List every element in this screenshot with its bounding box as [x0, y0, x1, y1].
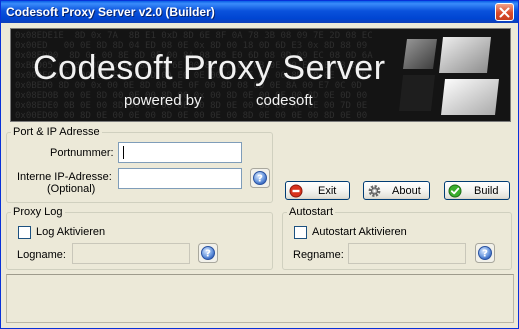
autostart-legend: Autostart	[287, 206, 336, 218]
log-activate-checkbox[interactable]	[18, 226, 31, 239]
codesoft-logo-icon	[399, 37, 499, 115]
proxy-log-legend: Proxy Log	[11, 206, 65, 218]
checkmark-icon	[448, 184, 462, 198]
close-icon	[499, 7, 510, 18]
build-label: Build	[474, 185, 499, 197]
svg-text:?: ?	[257, 174, 263, 185]
ip-label: Interne IP-Adresse:	[17, 171, 112, 183]
builder-window: Codesoft Proxy Server v2.0 (Builder) 0x0…	[0, 0, 519, 329]
gear-icon	[368, 185, 381, 197]
autostart-activate-label[interactable]: Autostart Aktivieren	[312, 226, 407, 238]
powered-by-text: powered by	[124, 92, 202, 109]
window-title: Codesoft Proxy Server v2.0 (Builder)	[6, 5, 215, 19]
close-button[interactable]	[495, 3, 514, 21]
proxy-log-group: Proxy Log Log Aktivieren Logname: ?	[6, 206, 273, 270]
regname-label: Regname:	[293, 249, 344, 261]
autostart-group: Autostart Autostart Aktivieren Regname: …	[282, 206, 512, 270]
logname-input[interactable]	[72, 243, 190, 264]
svg-text:?: ?	[482, 249, 488, 260]
port-label: Portnummer:	[50, 147, 114, 159]
svg-text:?: ?	[205, 249, 211, 260]
regname-help-icon[interactable]: ?	[475, 243, 495, 263]
ip-help-icon[interactable]: ?	[250, 168, 270, 188]
port-input[interactable]	[118, 142, 242, 163]
header-banner: 0x08EDE1E 8D 0x 7A 8B E1 0xD 8D 6E 8F 0A…	[10, 28, 511, 122]
text-cursor	[123, 146, 124, 159]
log-activate-label[interactable]: Log Aktivieren	[36, 226, 105, 238]
title-bar[interactable]: Codesoft Proxy Server v2.0 (Builder)	[1, 1, 518, 23]
ip-input[interactable]	[118, 168, 242, 189]
build-button[interactable]: Build	[444, 181, 510, 200]
ip-optional-label: (Optional)	[47, 183, 96, 195]
autostart-activate-checkbox[interactable]	[294, 226, 307, 239]
logname-help-icon[interactable]: ?	[198, 243, 218, 263]
logname-label: Logname:	[17, 249, 66, 261]
status-panel	[6, 274, 514, 323]
exit-button[interactable]: Exit	[285, 181, 350, 200]
exit-icon	[289, 184, 303, 198]
regname-input[interactable]	[348, 243, 466, 264]
brand-text: codesoft	[256, 92, 313, 109]
banner-title: Codesoft Proxy Server	[33, 49, 386, 87]
port-ip-group: Port & IP Adresse Portnummer: Interne IP…	[6, 126, 273, 203]
about-label: About	[392, 185, 421, 197]
port-ip-legend: Port & IP Adresse	[11, 126, 102, 138]
about-button[interactable]: About	[363, 181, 430, 200]
exit-label: Exit	[318, 185, 337, 197]
